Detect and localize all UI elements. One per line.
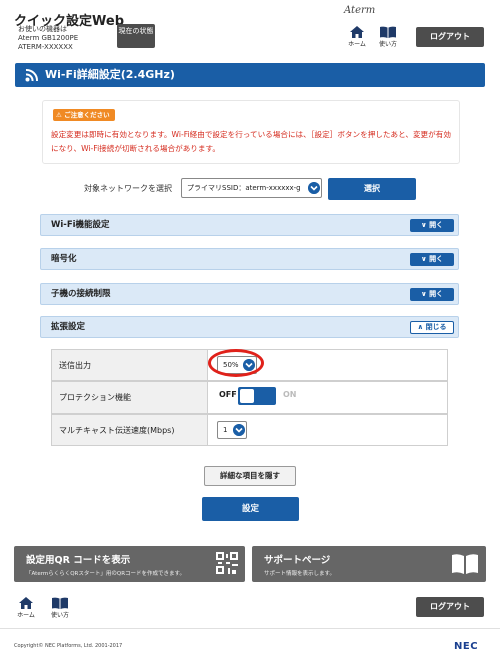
protection-toggle[interactable] bbox=[238, 387, 276, 405]
multicast-label: マルチキャスト伝送速度(Mbps) bbox=[52, 415, 208, 445]
collapse-button[interactable]: ∧ 閉じる bbox=[410, 321, 454, 334]
notice-badge: ⚠︎ ご注意ください bbox=[53, 109, 115, 121]
aterm-logo: Aterm bbox=[344, 5, 376, 16]
book-icon bbox=[452, 554, 478, 574]
copyright: Copyright© NEC Platforms, Ltd. 2001-2017 bbox=[14, 643, 123, 649]
footer-help-nav[interactable]: 使い方 bbox=[48, 597, 72, 623]
section-extended[interactable]: 拡張設定 ∧ 閉じる bbox=[40, 316, 459, 338]
expand-label: 開く bbox=[429, 221, 444, 229]
book-icon bbox=[52, 597, 68, 609]
select-network-button[interactable]: 選択 bbox=[328, 178, 416, 200]
tx-power-row: 送信出力 50% bbox=[51, 349, 448, 381]
home-label: ホーム bbox=[348, 41, 366, 48]
notice-text: 設定変更は即時に有効となります。Wi-Fi経由で設定を行っている場合には、［設定… bbox=[51, 130, 451, 153]
home-icon bbox=[19, 597, 33, 609]
network-select-label: 対象ネットワークを選択 bbox=[84, 184, 172, 193]
expand-button[interactable]: ∨ 開く bbox=[410, 288, 454, 301]
page-title-banner: Wi-Fi詳細設定(2.4GHz) bbox=[15, 63, 485, 87]
page-title: Wi-Fi詳細設定(2.4GHz) bbox=[45, 68, 175, 81]
footer-home-nav[interactable]: ホーム bbox=[14, 597, 38, 623]
qr-panel-subtitle: 「AtermらくらくQRスタート」用のQRコードを作成できます。 bbox=[26, 571, 185, 577]
section-title: 子機の接続制限 bbox=[51, 289, 111, 299]
device-info: お使いの機器は Aterm GB1200PE ATERM-XXXXXX bbox=[18, 25, 78, 52]
notice-box: ⚠︎ ご注意ください 設定変更は即時に有効となります。Wi-Fi経由で設定を行っ… bbox=[42, 100, 460, 164]
wifi-icon bbox=[25, 69, 38, 82]
logout-button[interactable]: ログアウト bbox=[416, 27, 484, 47]
device-model: Aterm GB1200PE bbox=[18, 34, 79, 42]
nec-logo: NEC bbox=[454, 641, 479, 652]
qr-code-icon bbox=[216, 552, 238, 574]
chevron-down-icon: ∨ bbox=[420, 221, 427, 229]
multicast-select[interactable]: 1 bbox=[217, 421, 247, 439]
help-nav[interactable]: 使い方 bbox=[376, 26, 400, 52]
chevron-down-icon: ∨ bbox=[420, 290, 427, 298]
expand-label: 開く bbox=[429, 290, 444, 298]
tx-power-cell: 50% bbox=[208, 349, 447, 380]
device-id: ATERM-XXXXXX bbox=[18, 43, 73, 51]
collapse-label: 閉じる bbox=[425, 323, 447, 331]
multicast-value: 1 bbox=[223, 426, 228, 434]
multicast-cell: 1 bbox=[209, 415, 447, 445]
expand-button[interactable]: ∨ 開く bbox=[410, 219, 454, 232]
help-label: 使い方 bbox=[378, 41, 397, 48]
section-encryption[interactable]: 暗号化 ∨ 開く bbox=[40, 248, 459, 270]
support-panel-title: サポートページ bbox=[264, 555, 331, 566]
support-panel[interactable]: サポートページ サポート情報を表示します。 bbox=[252, 546, 486, 582]
apply-button[interactable]: 設定 bbox=[202, 497, 299, 521]
protection-cell: OFF ON bbox=[209, 382, 447, 413]
book-icon bbox=[380, 26, 396, 38]
expand-button[interactable]: ∨ 開く bbox=[410, 253, 454, 266]
header: クイック設定Web お使いの機器は Aterm GB1200PE ATERM-X… bbox=[0, 0, 500, 56]
qr-panel-title: 設定用QR コードを表示 bbox=[26, 555, 131, 566]
qr-code-panel[interactable]: 設定用QR コードを表示 「AtermらくらくQRスタート」用のQRコードを作成… bbox=[14, 546, 245, 582]
section-title: 拡張設定 bbox=[51, 322, 86, 332]
footer-logout-button[interactable]: ログアウト bbox=[416, 597, 484, 617]
chevron-up-icon: ∧ bbox=[417, 323, 424, 331]
chevron-down-icon bbox=[308, 182, 320, 194]
home-nav[interactable]: ホーム bbox=[345, 26, 369, 52]
expand-label: 開く bbox=[429, 255, 444, 263]
device-line: お使いの機器は bbox=[18, 25, 67, 33]
toggle-on-label: ON bbox=[283, 390, 297, 399]
footer-home-label: ホーム bbox=[17, 612, 35, 619]
section-title: 暗号化 bbox=[51, 254, 77, 264]
network-select[interactable]: プライマリSSID：aterm-xxxxxx-g bbox=[181, 178, 322, 198]
network-select-value: プライマリSSID：aterm-xxxxxx-g bbox=[187, 184, 301, 192]
support-panel-subtitle: サポート情報を表示します。 bbox=[264, 571, 335, 577]
multicast-row: マルチキャスト伝送速度(Mbps) 1 bbox=[51, 414, 448, 446]
section-client-limit[interactable]: 子機の接続制限 ∨ 開く bbox=[40, 283, 459, 305]
section-title: Wi-Fi機能設定 bbox=[51, 220, 110, 230]
home-icon bbox=[350, 26, 364, 38]
chevron-down-icon bbox=[233, 424, 245, 436]
section-wifi-function[interactable]: Wi-Fi機能設定 ∨ 開く bbox=[40, 214, 459, 236]
hide-details-button[interactable]: 詳細な項目を隠す bbox=[204, 466, 296, 486]
protection-row: プロテクション機能 OFF ON bbox=[51, 381, 448, 414]
current-status-button[interactable]: 現在の状態 bbox=[117, 24, 155, 48]
notice-badge-label: ご注意ください bbox=[64, 111, 110, 119]
toggle-off-label: OFF bbox=[219, 390, 237, 399]
highlight-circle bbox=[208, 349, 264, 377]
toggle-knob bbox=[240, 389, 254, 403]
footer-divider bbox=[0, 628, 500, 629]
footer-help-label: 使い方 bbox=[50, 612, 69, 619]
protection-label: プロテクション機能 bbox=[52, 382, 208, 413]
tx-power-label: 送信出力 bbox=[52, 350, 208, 380]
chevron-down-icon: ∨ bbox=[420, 255, 427, 263]
warning-icon: ⚠︎ bbox=[56, 111, 62, 119]
